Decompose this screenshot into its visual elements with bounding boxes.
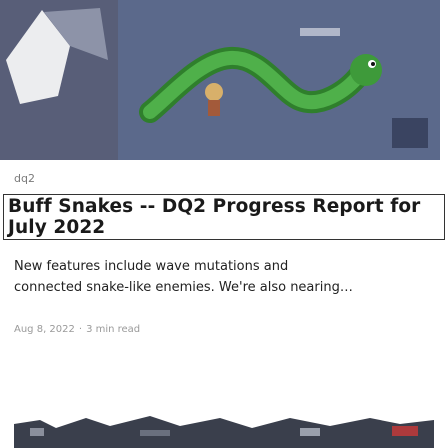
- post-tag[interactable]: dq2: [14, 172, 35, 185]
- blog-post-card: dq2 Buff Snakes -- DQ2 Progress Report f…: [0, 0, 448, 448]
- summary-line-2: connected snake-like enemies. We're also…: [14, 280, 353, 295]
- post-title[interactable]: Buff Snakes -- DQ2 Progress Report for J…: [8, 196, 440, 238]
- next-post-image-preview[interactable]: [0, 388, 448, 448]
- meta-separator: ·: [78, 324, 83, 335]
- next-post-illustration: [0, 388, 448, 448]
- hero-illustration: [0, 0, 448, 160]
- post-title-box[interactable]: Buff Snakes -- DQ2 Progress Report for J…: [3, 194, 445, 240]
- summary-line-1: New features include wave mutations and: [14, 259, 289, 274]
- read-time: 3 min read: [86, 324, 141, 335]
- post-meta: Aug 8, 2022 · 3 min read: [14, 324, 140, 335]
- post-summary: New features include wave mutations and …: [14, 256, 436, 298]
- post-date: Aug 8, 2022: [14, 324, 75, 335]
- hero-image[interactable]: [0, 0, 448, 160]
